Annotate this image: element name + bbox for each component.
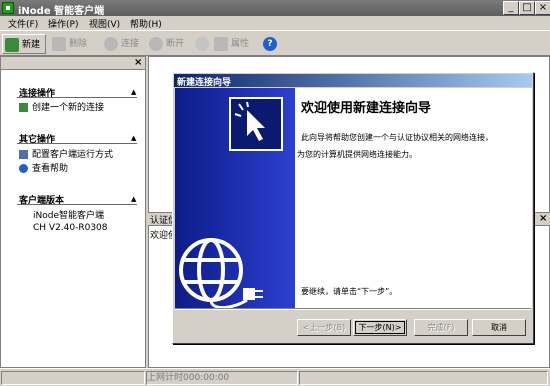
link-create-connection[interactable]: 创建一个新的连接	[19, 100, 104, 113]
wizard-continue-hint: 要继续，请单击“下一步”。	[301, 287, 398, 296]
collapse-arrow-icon[interactable]: ▲	[131, 88, 136, 96]
settings-button[interactable]	[195, 34, 212, 54]
globe-plug-icon	[179, 238, 263, 309]
wizard-description-line2: 为您的计算机提供网络连接能力。	[297, 150, 417, 159]
finish-button[interactable]: 完成(F)	[414, 319, 468, 336]
new-button[interactable]: 新建	[2, 34, 46, 54]
link-configure-run-mode[interactable]: 配置客户端运行方式	[19, 147, 113, 160]
new-connection-wizard: 新建连接向导 欢迎使用新建连接向导 此向导将帮助您创建一个与认证协议相关的网络连…	[172, 72, 534, 344]
scissors-icon	[52, 36, 66, 51]
link-view-help[interactable]: 查看帮助	[19, 161, 68, 174]
toolbar: 新建 删除 连接 断开 属性 ?	[0, 30, 550, 56]
online-timer: 上网计时000:00:00	[147, 373, 230, 383]
wizard-description-line1: 此向导将帮助您创建一个与认证协议相关的网络连接，	[301, 133, 493, 142]
collapse-arrow-icon[interactable]: ▲	[131, 134, 136, 142]
back-button[interactable]: <上一步(B)	[297, 319, 351, 336]
new-connection-icon	[5, 37, 19, 52]
create-connection-icon	[19, 103, 28, 112]
cancel-button[interactable]: 取消	[472, 319, 526, 336]
close-button[interactable]: ×	[535, 1, 550, 15]
wizard-side-banner	[175, 88, 295, 309]
check-icon	[104, 36, 118, 51]
client-name: iNode智能客户端	[33, 211, 104, 221]
gear-icon	[195, 36, 209, 51]
window-title: iNode 智能客户端	[18, 6, 105, 17]
status-cell	[299, 371, 548, 385]
wizard-title-bar: 新建连接向导	[174, 74, 532, 88]
client-version: CH V2.40-R0308	[33, 223, 108, 233]
connect-button[interactable]: 连接	[104, 34, 139, 54]
wizard-content	[295, 88, 532, 308]
minimize-button[interactable]: _	[503, 1, 519, 15]
properties-button[interactable]: 属性	[214, 34, 249, 54]
config-icon	[19, 150, 28, 159]
help-icon: ?	[263, 36, 277, 51]
help-button[interactable]: ?	[263, 34, 280, 54]
menu-operation[interactable]: 操作(P)	[48, 17, 78, 30]
menu-bar: 文件(F) 操作(P) 视图(V) 帮助(H)	[0, 16, 550, 30]
status-cell	[1, 371, 145, 385]
auth-info-close-icon[interactable]: ×	[539, 213, 547, 224]
disconnect-icon	[149, 36, 163, 51]
wizard-illustration	[179, 97, 283, 309]
wizard-separator	[175, 308, 531, 310]
menu-view[interactable]: 视图(V)	[89, 17, 120, 30]
section-divider	[17, 97, 137, 98]
maximize-button[interactable]: □	[519, 1, 535, 15]
section-divider	[17, 204, 137, 205]
collapse-arrow-icon[interactable]: ▲	[131, 195, 136, 203]
section-divider	[17, 143, 137, 144]
help-icon	[19, 164, 28, 173]
menu-file[interactable]: 文件(F)	[8, 17, 38, 30]
title-bar: iNode 智能客户端 _ □ ×	[0, 0, 550, 17]
menu-help[interactable]: 帮助(H)	[130, 17, 162, 30]
disconnect-button[interactable]: 断开	[149, 34, 184, 54]
status-bar	[0, 368, 550, 386]
wizard-heading: 欢迎使用新建连接向导	[301, 101, 432, 116]
left-panel-header: ×	[1, 57, 145, 70]
left-panel-close-icon[interactable]: ×	[134, 57, 142, 68]
inode-app-icon	[2, 2, 14, 14]
wizard-title: 新建连接向导	[177, 78, 232, 88]
left-task-panel: × 连接操作 ▲ 创建一个新的连接 其它操作 ▲ 配置客户端运行方式 查看帮助 …	[0, 56, 146, 368]
wrench-icon	[214, 36, 228, 51]
delete-button[interactable]: 删除	[52, 34, 87, 54]
next-button[interactable]: 下一步(N)>	[353, 319, 407, 336]
